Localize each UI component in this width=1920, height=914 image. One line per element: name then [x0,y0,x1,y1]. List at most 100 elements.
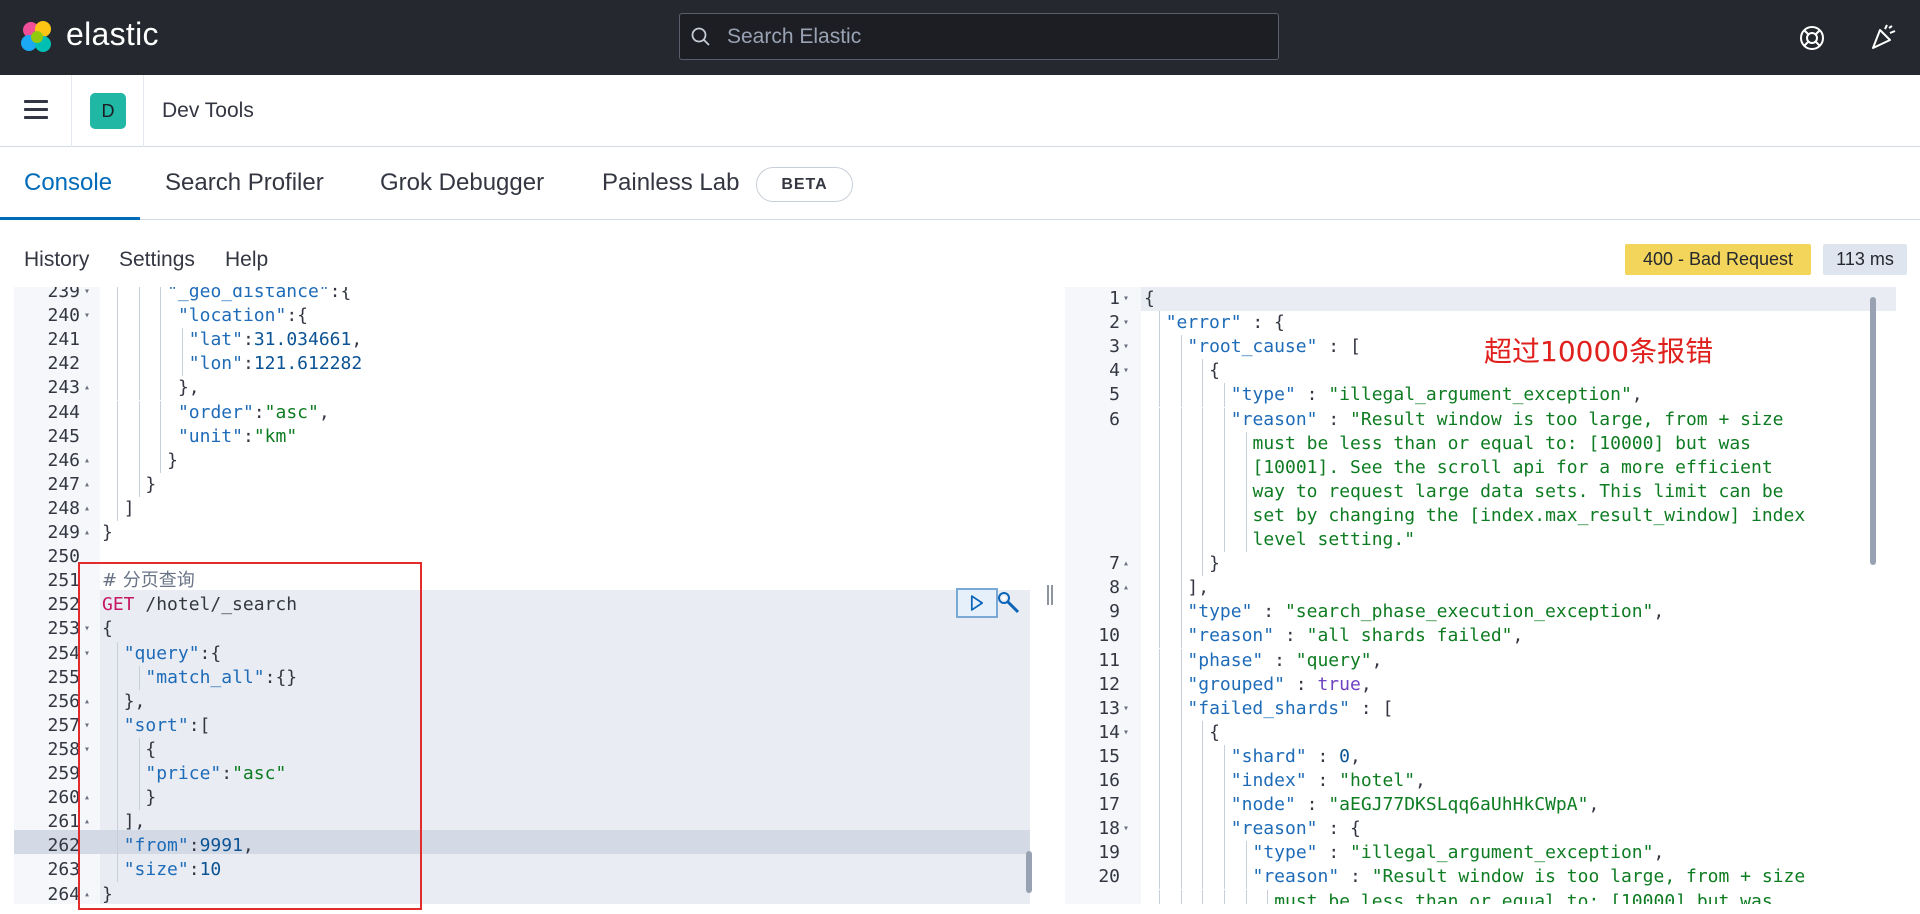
code-text: [10001]. See the scroll api for a more e… [1252,456,1773,478]
line-number: 1 [1109,288,1120,309]
fold-open-icon[interactable]: ▾ [1123,287,1129,311]
code-line: [10001]. See the scroll api for a more e… [1065,455,1907,480]
line-number: 241 [47,329,80,351]
fold-close-icon[interactable]: ▴ [84,521,90,545]
line-number: 3 [1109,336,1120,358]
code-text: "reason" : "Result window is too large, … [1230,408,1784,430]
indent-guide [1158,455,1160,480]
indent-guide [181,352,183,377]
line-number: 258 [47,738,80,760]
fold-open-icon[interactable]: ▾ [1123,359,1129,383]
history-link[interactable]: History [24,248,89,272]
line-number: 19 [1098,842,1120,864]
line-number: 252 [47,594,80,616]
indent-guide [1158,311,1160,336]
request-scrollbar[interactable] [1026,851,1032,893]
fold-close-icon[interactable]: ▴ [84,376,90,400]
line-number: 11 [1098,649,1120,671]
line-number: 263 [47,859,80,881]
fold-open-icon[interactable]: ▾ [84,287,90,304]
global-search-input[interactable]: Search Elastic [679,13,1279,60]
code-line: 247 ▴} [14,472,1043,497]
code-text: "lon":121.612282 [188,353,363,375]
tab-console[interactable]: Console [24,169,112,197]
code-line: 17 "node" : "aEGJ77DKSLqq6aUhHkCWpA", [1065,793,1907,818]
response-editor[interactable]: 1 ▾{2 ▾ "error" : {3 ▾ "root_cause" : [4 ▾{5 "t… [1065,287,1907,904]
indent-guide [1245,841,1247,866]
newsfeed-icon[interactable] [1868,22,1898,52]
code-line: must be less than or equal to: [10000] b… [1065,431,1907,456]
fold-open-icon[interactable]: ▾ [1123,721,1129,745]
code-text: "index" : "hotel", [1230,770,1426,791]
indent-guide [1180,383,1182,408]
code-line: 6 "reason" : "Result window is too large,… [1065,407,1907,432]
space-selector[interactable]: D [72,75,144,147]
indent-guide [1223,407,1225,432]
indent-guide [1158,817,1160,842]
help-link[interactable]: Help [225,248,268,272]
code-line: 11 "phase" : "query", [1065,648,1907,673]
fold-close-icon[interactable]: ▴ [1123,552,1129,576]
indent-guide [138,328,140,353]
indent-guide [116,376,118,401]
line-number: 246 [47,449,80,471]
code-line: 15 "shard" : 0, [1065,744,1907,769]
duration-badge: 113 ms [1823,244,1907,275]
indent-guide [1158,528,1160,552]
wrench-icon[interactable] [996,590,1022,616]
indent-guide [1180,889,1182,904]
indent-guide [1158,479,1160,504]
code-line: 246 ▴} [14,448,1043,473]
code-text: "type" : "illegal_argument_exception", [1252,842,1665,864]
indent-guide [1180,335,1182,360]
elastic-logo-text[interactable]: elastic [66,16,159,53]
indent-guide [1158,431,1160,456]
line-number: 12 [1098,673,1120,695]
fold-close-icon[interactable]: ▴ [84,449,90,473]
code-text: { [1209,721,1220,743]
indent-guide [116,352,118,377]
indent-guide [1158,503,1160,528]
help-icon[interactable] [1798,24,1826,52]
line-number: 255 [47,666,80,688]
fold-close-icon[interactable]: ▴ [84,497,90,521]
fold-close-icon[interactable]: ▴ [84,473,90,497]
panel-resizer-icon[interactable] [1046,583,1054,607]
fold-open-icon[interactable]: ▾ [1123,697,1129,721]
fold-open-icon[interactable]: ▾ [1123,817,1129,841]
indent-guide [138,376,140,401]
fold-open-icon[interactable]: ▾ [1123,311,1129,335]
indent-guide [1202,865,1204,890]
response-scrollbar[interactable] [1870,297,1876,565]
fold-close-icon[interactable]: ▴ [1123,576,1129,600]
dev-tools-tabs: Console Search Profiler Grok Debugger Pa… [0,147,1920,220]
indent-guide [1202,407,1204,432]
indent-guide [1223,528,1225,552]
elastic-logo-icon[interactable] [18,18,56,56]
send-request-button[interactable] [956,588,998,618]
code-text: "type" : "illegal_argument_exception", [1230,384,1643,406]
settings-link[interactable]: Settings [119,248,195,272]
indent-guide [160,448,162,473]
tab-search-profiler[interactable]: Search Profiler [165,169,324,197]
code-text: "node" : "aEGJ77DKSLqq6aUhHkCWpA", [1230,794,1600,816]
code-line: set by changing the [index.max_result_wi… [1065,503,1907,528]
indent-guide [1180,648,1182,673]
space-avatar: D [90,93,126,129]
line-number: 247 [47,473,80,495]
indent-guide [138,352,140,377]
tab-grok-debugger[interactable]: Grok Debugger [380,169,544,197]
indent-guide [1158,552,1160,577]
indent-guide [1158,648,1160,673]
hamburger-menu-icon[interactable] [0,75,72,147]
indent-guide [1158,383,1160,408]
indent-guide [1158,744,1160,769]
indent-guide [1158,696,1160,721]
line-number: 5 [1109,384,1120,406]
fold-open-icon[interactable]: ▾ [1123,335,1129,359]
fold-open-icon[interactable]: ▾ [84,304,90,328]
console-toolbar: History Settings Help 400 - Bad Request … [0,220,1920,287]
tab-painless-lab[interactable]: Painless Lab [602,169,739,197]
code-text: { [1209,360,1220,382]
indent-guide [1202,889,1204,904]
